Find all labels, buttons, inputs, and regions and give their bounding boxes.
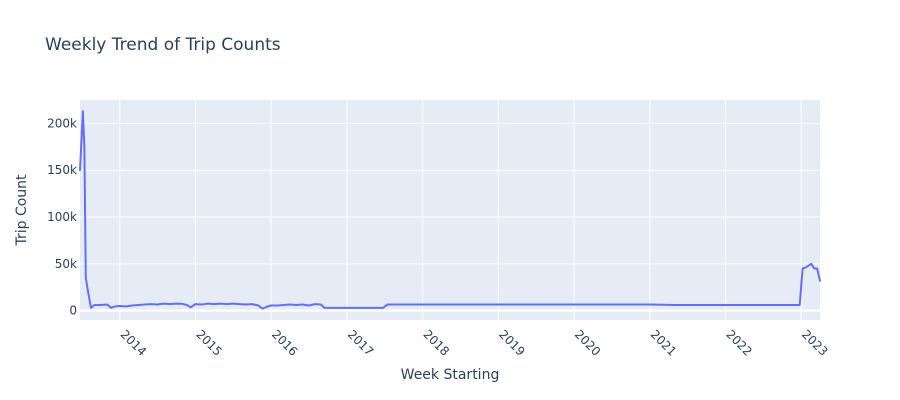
y-tick-label-100k: 100k: [47, 210, 77, 224]
plot-area: [80, 100, 820, 320]
trip-count-line-chart: 2014 2015 2016 2017 2018 2019 2020 2021 2022 2023…: [0, 0, 900, 400]
y-tick-label-200k: 200k: [47, 116, 77, 130]
y-axis-title: Trip Count: [14, 174, 30, 247]
y-tick-label-0: 0: [69, 304, 77, 318]
y-tick-label-150k: 150k: [47, 163, 77, 177]
chart-title: Weekly Trend of Trip Counts: [45, 35, 281, 55]
x-axis-title: Week Starting: [401, 367, 500, 383]
y-tick-label-50k: 50k: [55, 257, 77, 271]
chart-root: 2014 2015 2016 2017 2018 2019 2020 2021 2022 2023…: [0, 0, 900, 400]
